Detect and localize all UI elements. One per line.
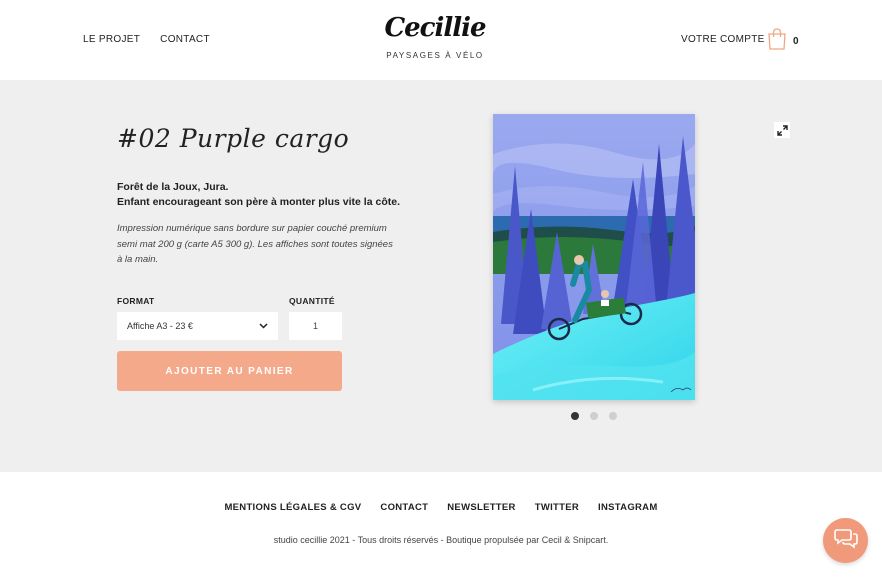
product-caption: Enfant encourageant son père à monter pl…: [117, 196, 400, 208]
gallery-pagination: [571, 412, 617, 420]
footer-link-contact[interactable]: CONTACT: [380, 502, 428, 513]
product-section: #02 Purple cargo Forêt de la Joux, Jura.…: [0, 80, 882, 472]
expand-arrows-icon[interactable]: [774, 122, 790, 138]
footer-link-newsletter[interactable]: NEWSLETTER: [447, 502, 515, 513]
quantity-label: QUANTITÉ: [289, 296, 335, 306]
gallery-dot-2[interactable]: [590, 412, 598, 420]
site-footer: MENTIONS LÉGALES & CGV CONTACT NEWSLETTE…: [0, 472, 882, 578]
add-to-cart-button[interactable]: AJOUTER AU PANIER: [117, 351, 342, 391]
product-description: Impression numérique sans bordure sur pa…: [117, 223, 393, 265]
format-selected-value: Affiche A3 - 23 €: [127, 321, 193, 331]
footer-link-instagram[interactable]: INSTAGRAM: [598, 502, 658, 513]
quantity-input[interactable]: 1: [289, 312, 342, 340]
site-header: LE PROJET CONTACT Cecillie PAYSAGES À VÉ…: [0, 0, 882, 80]
logo-wordmark: Cecillie: [384, 13, 486, 43]
footer-nav: MENTIONS LÉGALES & CGV CONTACT NEWSLETTE…: [0, 502, 882, 513]
footer-link-twitter[interactable]: TWITTER: [535, 502, 579, 513]
shopping-bag-icon: [767, 28, 787, 55]
product-location: Forêt de la Joux, Jura.: [117, 181, 229, 193]
cart-count: 0: [793, 36, 799, 47]
product-title: #02 Purple cargo: [117, 124, 350, 153]
account-link[interactable]: VOTRE COMPTE: [681, 34, 765, 45]
main-nav: LE PROJET CONTACT: [83, 34, 210, 45]
product-image[interactable]: [493, 114, 696, 400]
gallery-dot-1[interactable]: [571, 412, 579, 420]
footer-link-legal[interactable]: MENTIONS LÉGALES & CGV: [224, 502, 361, 513]
format-select[interactable]: Affiche A3 - 23 €: [117, 312, 278, 340]
logo-subtitle: PAYSAGES À VÉLO: [386, 51, 484, 60]
nav-link-contact[interactable]: CONTACT: [160, 34, 210, 45]
copyright-text: studio cecillie 2021 - Tous droits réser…: [273, 535, 609, 545]
cart-button[interactable]: 0: [767, 28, 799, 55]
product-lead: Forêt de la Joux, Jura. Enfant encourage…: [117, 180, 400, 210]
chat-button[interactable]: [823, 518, 868, 563]
chevron-down-icon: [259, 321, 268, 331]
nav-link-le-projet[interactable]: LE PROJET: [83, 34, 140, 45]
chat-bubbles-icon: [833, 527, 858, 554]
format-label: FORMAT: [117, 296, 155, 306]
gallery-dot-3[interactable]: [609, 412, 617, 420]
site-logo[interactable]: Cecillie PAYSAGES À VÉLO: [380, 12, 490, 60]
